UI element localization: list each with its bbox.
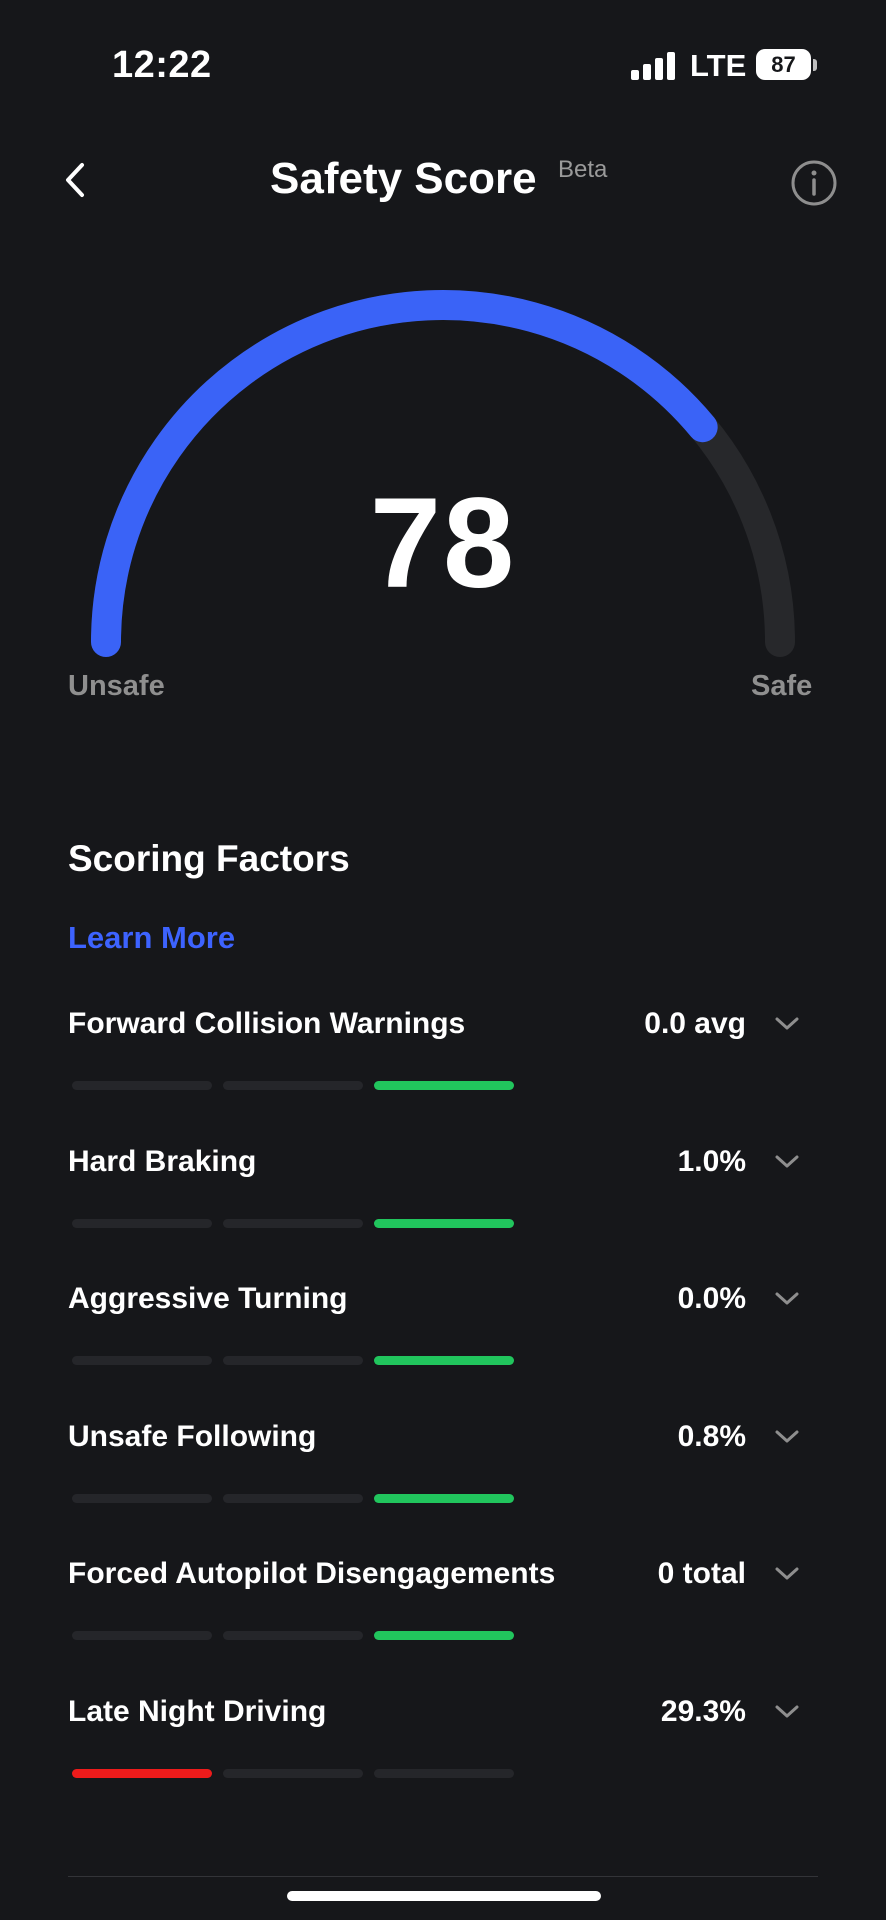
factor-list: Forward Collision Warnings 0.0 avg Hard …	[0, 995, 886, 1820]
factor-name: Hard Braking	[68, 1144, 257, 1178]
factor-name: Unsafe Following	[68, 1419, 317, 1453]
factor-value: 0.0 avg	[644, 1007, 746, 1040]
rating-segment	[72, 1493, 212, 1503]
chevron-down-icon[interactable]	[773, 1153, 801, 1171]
factor-name: Aggressive Turning	[68, 1282, 348, 1315]
rating-segment	[72, 1081, 212, 1090]
factor-row-forced-autopilot-disengagements[interactable]: Forced Autopilot Disengagements 0 total	[0, 1545, 886, 1683]
battery-tip	[813, 59, 817, 71]
factor-value: 0 total	[657, 1557, 746, 1590]
rating-segment	[374, 1631, 514, 1640]
chevron-down-icon[interactable]	[773, 1015, 801, 1033]
chevron-down-icon[interactable]	[773, 1428, 801, 1446]
rating-segment	[374, 1493, 514, 1503]
factor-rating-bar	[72, 1631, 514, 1641]
status-bar: 12:22 LTE 87	[0, 0, 886, 130]
rating-segment	[72, 1356, 212, 1365]
chevron-down-icon[interactable]	[773, 1565, 801, 1583]
factor-name: Forward Collision Warnings	[68, 1007, 466, 1040]
rating-segment	[374, 1081, 514, 1090]
chevron-down-icon[interactable]	[773, 1290, 801, 1308]
beta-badge: Beta	[558, 156, 608, 183]
home-indicator[interactable]	[287, 1891, 601, 1901]
factor-value: 1.0%	[677, 1144, 746, 1178]
factor-value: 0.8%	[677, 1419, 746, 1453]
factor-name: Late Night Driving	[68, 1694, 327, 1728]
factor-row-hard-braking[interactable]: Hard Braking 1.0%	[0, 1133, 886, 1271]
rating-segment	[374, 1356, 514, 1365]
factor-value: 29.3%	[660, 1694, 746, 1728]
navigation-bar: Safety Score Beta	[0, 140, 886, 220]
chevron-left-icon	[66, 163, 84, 197]
chevron-down-icon[interactable]	[773, 1703, 801, 1721]
safety-score-gauge: 78 Unsafe Safe	[0, 270, 886, 730]
rating-segment	[223, 1768, 363, 1778]
factor-rating-bar	[72, 1081, 514, 1091]
rating-segment	[72, 1218, 212, 1228]
status-time: 12:22	[112, 44, 212, 86]
info-icon	[791, 160, 837, 206]
factor-rating-bar	[72, 1218, 514, 1229]
rating-segment	[223, 1218, 363, 1228]
rating-segment	[374, 1218, 514, 1228]
network-type: LTE	[690, 48, 747, 83]
rating-segment	[223, 1081, 363, 1090]
info-button[interactable]	[789, 158, 839, 208]
factor-row-late-night-driving[interactable]: Late Night Driving 29.3%	[0, 1683, 886, 1821]
rating-segment	[223, 1631, 363, 1640]
factor-rating-bar	[72, 1768, 514, 1779]
signal-strength-icon	[631, 52, 675, 80]
factor-value: 0.0%	[677, 1282, 746, 1315]
factor-name: Forced Autopilot Disengagements	[68, 1557, 556, 1590]
rating-segment	[72, 1631, 212, 1640]
factor-rating-bar	[72, 1356, 514, 1366]
back-button[interactable]	[56, 160, 96, 200]
rating-segment	[374, 1768, 514, 1778]
battery-icon: 87	[756, 49, 811, 80]
rating-segment	[223, 1356, 363, 1365]
factor-row-forward-collision-warnings[interactable]: Forward Collision Warnings 0.0 avg	[0, 995, 886, 1133]
bottom-divider	[68, 1876, 818, 1877]
score-value: 78	[369, 472, 517, 615]
page-title: Safety Score	[270, 154, 537, 203]
rating-segment	[72, 1768, 212, 1778]
scoring-factors-heading: Scoring Factors	[68, 838, 350, 879]
factor-row-unsafe-following[interactable]: Unsafe Following 0.8%	[0, 1408, 886, 1546]
learn-more-link[interactable]: Learn More	[68, 920, 235, 956]
factor-row-aggressive-turning[interactable]: Aggressive Turning 0.0%	[0, 1270, 886, 1408]
factor-rating-bar	[72, 1493, 514, 1504]
gauge-min-label: Unsafe	[68, 670, 165, 702]
gauge-max-label: Safe	[751, 670, 813, 702]
rating-segment	[223, 1493, 363, 1503]
